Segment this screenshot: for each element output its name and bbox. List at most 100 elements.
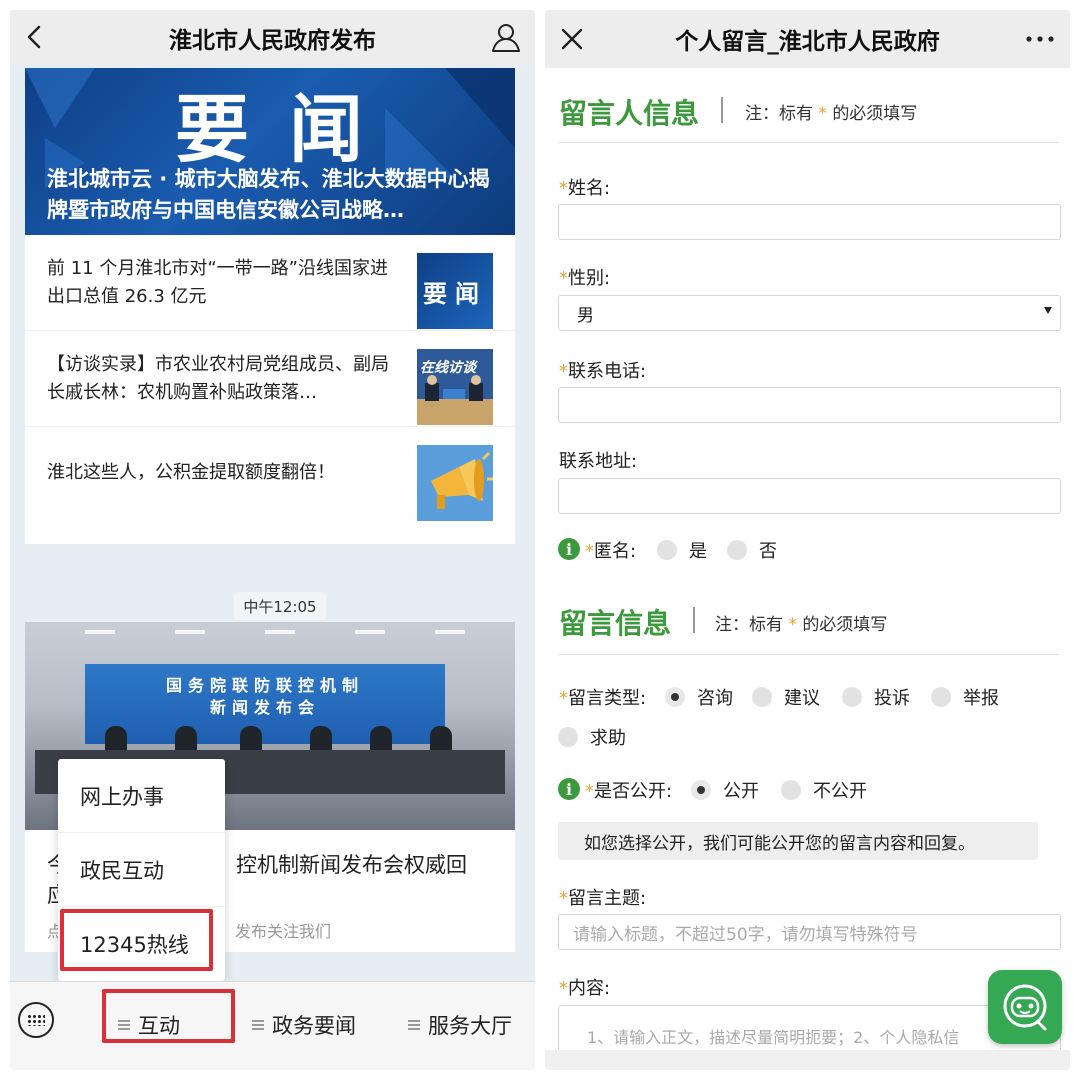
list-item[interactable]: 淮北这些人，公积金提取额度翻倍！: [25, 427, 515, 523]
section-rule: [559, 654, 1059, 655]
list-item[interactable]: 【访谈实录】市农业农村局党组成员、副局长戚长林：农机购置补贴政策落… 在线访谈: [25, 331, 515, 427]
public-label: *是否公开:: [585, 777, 672, 803]
radio-label: 求助: [590, 728, 626, 749]
phone-label: *联系电话:: [559, 357, 646, 383]
screen-title-line2: 新闻发布会: [209, 698, 320, 717]
message-form-page: 个人留言_淮北市人民政府 留言人信息 注：标有 * 的必须填写 *姓名: *性别…: [545, 10, 1070, 1070]
bottom-strip: [545, 1050, 1070, 1070]
news-card: 要闻 淮北城市云 · 城市大脑发布、淮北大数据中心揭牌暨市政府与中国电信安徽公司…: [25, 68, 515, 544]
radio-label: 公开: [723, 781, 759, 802]
message-timestamp: 中午12:05: [234, 592, 326, 620]
phone-field[interactable]: [558, 387, 1061, 423]
required-star: *: [559, 688, 568, 709]
tab-service-hall[interactable]: 服务大厅: [408, 1010, 512, 1040]
required-note: 注：标有 * 的必须填写: [745, 99, 917, 124]
ceiling-light: [435, 630, 465, 634]
thumb-label: 在线访谈: [420, 360, 476, 376]
section-rule: [559, 142, 1059, 143]
label-text: 姓名:: [568, 178, 611, 199]
type-suggest-radio[interactable]: 建议: [752, 684, 820, 710]
note-text: 注：标有: [715, 615, 783, 635]
back-arrow-icon[interactable]: [20, 22, 50, 52]
public-no-radio[interactable]: 不公开: [781, 777, 867, 803]
radio-label: 建议: [784, 688, 820, 709]
news-title: 前 11 个月淮北市对“一带一路”沿线国家进出口总值 26.3 亿元: [47, 258, 388, 307]
label-text: 性别:: [568, 268, 611, 289]
ceiling-light: [265, 630, 295, 634]
list-item[interactable]: 前 11 个月淮北市对“一带一路”沿线国家进出口总值 26.3 亿元 要闻: [25, 235, 515, 331]
required-star: *: [559, 268, 568, 289]
label-text: 是否公开:: [594, 781, 673, 802]
message-type-label: *留言类型:: [559, 684, 646, 710]
info-icon[interactable]: i: [558, 538, 580, 560]
select-value: 男: [577, 305, 594, 326]
required-note: 注：标有 * 的必须填写: [715, 610, 887, 635]
required-star: *: [788, 615, 797, 635]
tab-label: 服务大厅: [428, 1014, 512, 1038]
menu-lines-icon: [252, 1020, 264, 1030]
wechat-official-account-view: 淮北市人民政府发布 要闻 淮北城市云 · 城市大脑发布、淮北大数据中心揭牌暨市政…: [10, 10, 535, 1070]
radio-label: 不公开: [813, 781, 867, 802]
address-label: 联系地址:: [559, 451, 638, 472]
radio-circle: [842, 687, 862, 707]
address-field[interactable]: [558, 478, 1061, 514]
content-label: *内容:: [559, 974, 610, 1000]
public-hint: 如您选择公开，我们可能公开您的留言内容和回复。: [558, 822, 1038, 860]
menu-item-online-service[interactable]: 网上办事: [58, 759, 225, 833]
radio-label: 是: [689, 541, 707, 562]
account-title: 淮北市人民政府发布: [169, 27, 376, 54]
name-field[interactable]: [558, 204, 1061, 240]
gender-select[interactable]: 男: [558, 295, 1061, 331]
chatbot-icon: [1003, 984, 1047, 1031]
required-star: *: [559, 178, 568, 199]
dropdown-caret-icon: [1044, 307, 1052, 314]
required-star: *: [585, 781, 594, 802]
radio-circle: [931, 687, 951, 707]
close-icon[interactable]: [559, 26, 585, 52]
public-yes-radio[interactable]: 公开: [691, 777, 759, 803]
required-star: *: [559, 361, 568, 382]
anonymous-no-radio[interactable]: 否: [727, 537, 777, 563]
label-text: 联系电话:: [568, 361, 647, 382]
label-text: 留言类型:: [568, 688, 647, 709]
type-consult-radio[interactable]: 咨询: [665, 684, 733, 710]
tab-label: 政务要闻: [272, 1014, 356, 1038]
subject-field[interactable]: 请输入标题，不超过50字，请勿填写特殊符号: [558, 914, 1061, 950]
type-report-radio[interactable]: 举报: [931, 684, 999, 710]
news-thumbnail: 在线访谈: [417, 349, 493, 425]
more-options-icon[interactable]: [1026, 36, 1054, 42]
radio-circle: [781, 780, 801, 800]
ceiling-light: [85, 630, 115, 634]
gender-label: *性别:: [559, 264, 610, 290]
section-title-message-info: 留言信息: [559, 607, 672, 640]
ceiling-light: [175, 630, 205, 634]
ceiling-light: [355, 630, 385, 634]
menu-lines-icon: [408, 1020, 420, 1030]
radio-label: 举报: [963, 688, 999, 709]
section-divider: [721, 97, 723, 123]
section-title-sender-info: 留言人信息: [559, 97, 700, 130]
tab-government-news[interactable]: 政务要闻: [252, 1010, 356, 1040]
left-header: 淮北市人民政府发布: [10, 10, 535, 65]
label-text: 内容:: [568, 978, 611, 999]
keyboard-icon[interactable]: [18, 1002, 54, 1038]
required-star: *: [559, 978, 568, 999]
menu-item-citizen-interaction[interactable]: 政民互动: [58, 833, 225, 907]
user-profile-icon[interactable]: [489, 21, 523, 53]
required-star: *: [818, 104, 827, 124]
type-help-radio[interactable]: 求助: [558, 724, 626, 750]
required-star: *: [585, 541, 594, 562]
type-complaint-radio[interactable]: 投诉: [842, 684, 910, 710]
radio-label: 咨询: [697, 688, 733, 709]
radio-circle: [727, 540, 747, 560]
note-text: 的必须填写: [802, 615, 888, 635]
note-text: 注：标有: [745, 104, 813, 124]
info-icon[interactable]: i: [558, 778, 580, 800]
radio-label: 否: [759, 541, 777, 562]
highlight-box-hotline: [60, 909, 213, 971]
customer-service-bot-button[interactable]: [988, 970, 1062, 1044]
radio-label: 投诉: [874, 688, 910, 709]
section-divider: [693, 607, 695, 633]
anonymous-yes-radio[interactable]: 是: [657, 537, 707, 563]
headline-banner[interactable]: 要闻 淮北城市云 · 城市大脑发布、淮北大数据中心揭牌暨市政府与中国电信安徽公司…: [25, 68, 515, 235]
